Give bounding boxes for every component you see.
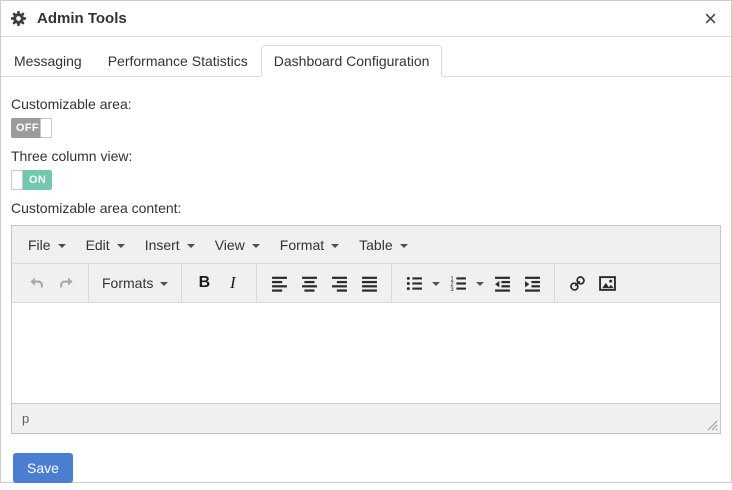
three-column-view-toggle[interactable]: ON [11, 170, 52, 190]
insert-group [554, 264, 629, 302]
tab-panel-dashboard-configuration: Customizable area: OFF Three column view… [1, 96, 731, 483]
menu-view[interactable]: View [205, 226, 270, 263]
tab-messaging[interactable]: Messaging [1, 45, 95, 77]
toggle-state-label: ON [29, 170, 46, 190]
numbered-list-button[interactable]: 1 2 3 [443, 269, 473, 297]
editor-toolbar: Formats B I [12, 264, 720, 303]
formats-group: Formats [88, 264, 181, 302]
undo-icon [28, 275, 45, 292]
element-path: p [22, 411, 29, 426]
redo-icon [58, 275, 75, 292]
list-indent-group: 1 2 3 [391, 264, 554, 302]
menu-table[interactable]: Table [349, 226, 417, 263]
menu-edit[interactable]: Edit [76, 226, 135, 263]
dialog-header: Admin Tools × [1, 1, 731, 37]
customizable-area-label: Customizable area: [11, 96, 721, 112]
redo-button[interactable] [51, 269, 81, 297]
align-left-button[interactable] [264, 269, 294, 297]
undo-button[interactable] [21, 269, 51, 297]
editor-statusbar: p [12, 403, 720, 433]
formats-dropdown[interactable]: Formats [96, 269, 174, 297]
menu-insert[interactable]: Insert [135, 226, 205, 263]
close-icon[interactable]: × [704, 10, 717, 28]
numbered-list-caret[interactable] [473, 269, 487, 297]
chevron-down-icon [252, 244, 260, 248]
align-justify-button[interactable] [354, 269, 384, 297]
link-icon [569, 275, 586, 292]
chevron-down-icon [187, 244, 195, 248]
align-right-icon [331, 275, 348, 292]
indent-button[interactable] [517, 269, 547, 297]
resize-grip-icon[interactable] [706, 419, 718, 431]
numbered-list-icon: 1 2 3 [450, 275, 467, 292]
editor-menubar: File Edit Insert View Format Table [12, 226, 720, 264]
dialog-title: Admin Tools [37, 10, 127, 27]
alignment-group [256, 264, 391, 302]
tab-bar: Messaging Performance Statistics Dashboa… [1, 37, 731, 77]
text-style-group: B I [181, 264, 256, 302]
save-button[interactable]: Save [13, 453, 73, 483]
italic-button[interactable]: I [219, 269, 249, 297]
link-button[interactable] [562, 269, 592, 297]
chevron-down-icon [160, 282, 168, 286]
toggle-state-label: OFF [16, 118, 39, 138]
toggle-knob [11, 170, 23, 190]
gear-icon [10, 10, 27, 27]
chevron-down-icon [432, 282, 440, 286]
image-icon [599, 275, 616, 292]
toggle-knob [40, 118, 52, 138]
three-column-view-label: Three column view: [11, 148, 721, 164]
bullet-list-caret[interactable] [429, 269, 443, 297]
align-right-button[interactable] [324, 269, 354, 297]
align-center-icon [301, 275, 318, 292]
chevron-down-icon [58, 244, 66, 248]
bullet-list-icon [406, 275, 423, 292]
customizable-area-content-label: Customizable area content: [11, 200, 721, 216]
chevron-down-icon [331, 244, 339, 248]
editor-content-area[interactable] [12, 303, 720, 403]
outdent-button[interactable] [487, 269, 517, 297]
tab-dashboard-configuration[interactable]: Dashboard Configuration [261, 45, 443, 77]
align-left-icon [271, 275, 288, 292]
svg-text:3: 3 [450, 286, 454, 291]
chevron-down-icon [476, 282, 484, 286]
customizable-area-toggle[interactable]: OFF [11, 118, 52, 138]
menu-format[interactable]: Format [270, 226, 349, 263]
history-group [14, 264, 88, 302]
image-button[interactable] [592, 269, 622, 297]
chevron-down-icon [400, 244, 408, 248]
indent-icon [524, 275, 541, 292]
outdent-icon [494, 275, 511, 292]
bullet-list-button[interactable] [399, 269, 429, 297]
align-justify-icon [361, 275, 378, 292]
menu-file[interactable]: File [18, 226, 76, 263]
admin-tools-dialog: Admin Tools × Messaging Performance Stat… [0, 0, 732, 483]
chevron-down-icon [117, 244, 125, 248]
bold-button[interactable]: B [189, 269, 219, 297]
align-center-button[interactable] [294, 269, 324, 297]
tab-performance-statistics[interactable]: Performance Statistics [95, 45, 261, 77]
rich-text-editor: File Edit Insert View Format Table [11, 225, 721, 434]
